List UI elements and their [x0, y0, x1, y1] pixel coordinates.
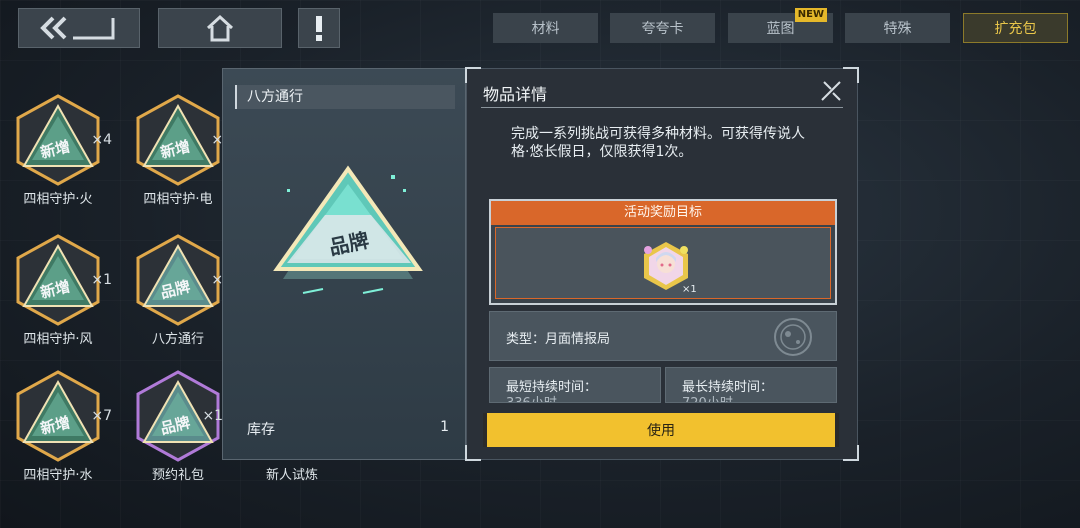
inventory-item[interactable]: 新增 ×4 四相守护·火 — [8, 92, 118, 222]
item-name: 四相守护·电 — [143, 192, 213, 207]
tab-label: 蓝图 — [766, 21, 795, 37]
pack-pyramid-icon: 品牌 — [273, 165, 423, 294]
tab-label: 特殊 — [883, 21, 912, 37]
preview-title: 八方通行 — [235, 85, 455, 109]
use-button[interactable]: 使用 — [483, 413, 839, 447]
item-description: 完成一系列挑战可获得多种材料。可获得传说人格·悠长假日，仅限获得1次。 — [511, 126, 805, 160]
max-duration-value: 720小时 — [682, 392, 733, 402]
item-count: ×7 — [91, 408, 112, 424]
item-name: 四相守护·风 — [23, 332, 93, 347]
min-duration-value: 336小时 — [506, 392, 557, 402]
detail-title: 物品详情 — [483, 85, 548, 104]
item-name: 八方通行 — [151, 332, 204, 347]
item-details-panel: 物品详情 完成一系列挑战可获得多种材料。可获得传说人格·悠长假日，仅限获得1次。… — [465, 67, 859, 461]
item-count: ×4 — [91, 132, 112, 148]
moon-bureau-icon — [774, 318, 812, 356]
inventory-item-name: 新人试炼 — [265, 468, 318, 483]
exclamation-icon — [316, 16, 322, 41]
frame-corner — [843, 67, 859, 83]
new-badge: NEW — [794, 8, 827, 22]
stock-value: 1 — [440, 419, 449, 435]
home-button[interactable] — [158, 8, 282, 48]
back-arrow-icon — [40, 16, 115, 40]
tab-praise-cards[interactable]: 夸夸卡 — [610, 13, 715, 43]
inventory-item[interactable]: 新增 ×7 四相守护·水 — [8, 368, 118, 498]
item-type: 类型：月面情报局 — [506, 332, 611, 347]
tab-label: 材料 — [531, 21, 560, 37]
use-button-label: 使用 — [647, 423, 675, 439]
reward-box: 活动奖励目标 ×1 — [489, 199, 837, 305]
item-count: ×1 — [91, 272, 112, 288]
tab-materials[interactable]: 材料 — [493, 13, 598, 43]
min-duration-box: 最短持续时间： 336小时 — [489, 367, 661, 403]
home-icon — [206, 14, 234, 42]
tab-expansion-packs[interactable]: 扩充包 — [963, 13, 1068, 43]
reward-body: ×1 — [495, 227, 831, 299]
tab-label: 扩充包 — [994, 21, 1037, 37]
frame-corner — [465, 67, 481, 83]
reward-header: 活动奖励目标 — [491, 201, 835, 225]
item-preview-panel: 八方通行 品牌 库存 1 — [222, 68, 466, 460]
inventory-item[interactable]: 新增 ×1 四相守护·风 — [8, 232, 118, 362]
tab-special[interactable]: 特殊 — [845, 13, 950, 43]
type-box: 类型：月面情报局 — [489, 311, 837, 361]
back-button[interactable] — [18, 8, 140, 48]
tab-blueprints[interactable]: 蓝图 NEW — [728, 8, 833, 43]
title-divider — [481, 107, 843, 108]
tab-label: 夸夸卡 — [641, 21, 684, 37]
alert-button[interactable] — [298, 8, 340, 48]
max-duration-box: 最长持续时间： 720小时 — [665, 367, 837, 403]
frame-corner — [465, 445, 481, 461]
stock-label: 库存 — [247, 422, 275, 438]
close-icon[interactable] — [819, 79, 843, 103]
item-name: 四相守护·水 — [23, 468, 93, 483]
reward-quantity: ×1 — [682, 284, 697, 295]
item-name: 四相守护·火 — [23, 192, 93, 207]
frame-corner — [843, 445, 859, 461]
item-name: 预约礼包 — [151, 468, 204, 483]
